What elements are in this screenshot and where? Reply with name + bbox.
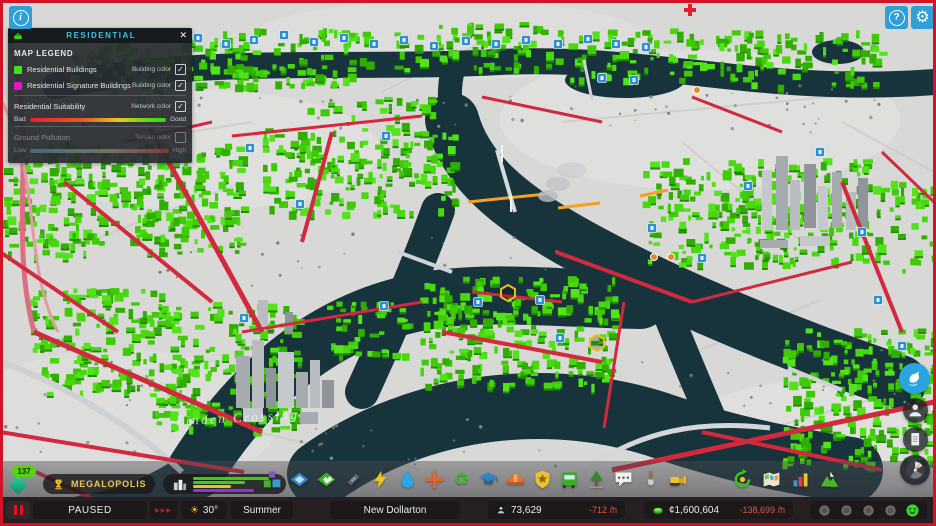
trophy-icon	[54, 479, 63, 489]
residential-demand-bar	[193, 476, 269, 480]
green-swatch	[14, 65, 22, 74]
residential-demand-2-bar	[193, 480, 246, 484]
info-views-icon[interactable]	[761, 469, 782, 490]
suitability-gradient-bar	[29, 117, 167, 122]
radio-button[interactable]	[900, 455, 930, 485]
close-icon[interactable]: ✕	[179, 31, 187, 40]
police-icon[interactable]	[532, 469, 553, 490]
parks-recreation-icon[interactable]	[586, 469, 607, 490]
areas-icon[interactable]	[289, 469, 310, 490]
game-screen: Linden Crossing i ? ⚙ RESIDENTIAL ✕ MAP …	[0, 0, 936, 526]
divider	[14, 95, 186, 96]
progression-icon[interactable]	[819, 469, 840, 490]
legend-row-signature-buildings: Residential Signature Buildings Building…	[14, 79, 186, 92]
checkbox-signature-buildings[interactable]	[175, 80, 186, 91]
xp-diamond-icon	[8, 475, 28, 495]
milestone-label: MEGALOPOLIS	[71, 479, 147, 489]
city-demand-icon	[174, 479, 187, 490]
water-sewage-icon[interactable]	[397, 469, 418, 490]
legend-section-label: MAP LEGEND	[14, 49, 74, 58]
city-name[interactable]: New Dollarton	[330, 501, 460, 519]
legend-header[interactable]: RESIDENTIAL ✕	[8, 28, 192, 43]
settings-button[interactable]: ⚙	[911, 6, 934, 29]
statistics-icon[interactable]	[790, 469, 811, 490]
electricity-icon[interactable]	[370, 469, 391, 490]
gear-icon: ⚙	[915, 8, 930, 26]
money-icon	[653, 507, 663, 514]
office-demand-bar	[193, 488, 254, 492]
toolbar-right-icons	[732, 469, 840, 490]
followed-citizen-button[interactable]	[903, 398, 928, 423]
legend-title: RESIDENTIAL	[66, 31, 137, 40]
population-value: 73,629	[511, 504, 542, 516]
pause-button[interactable]	[6, 501, 30, 519]
pollution-gradient-bar	[29, 148, 169, 153]
checkbox-residential-buildings[interactable]	[175, 64, 186, 75]
info-icon: i	[12, 9, 29, 26]
legend-row-suitability: Residential Suitability Network color	[14, 100, 186, 113]
residential-house-icon	[14, 32, 22, 39]
population-display[interactable]: 73,629 -712 /h	[488, 501, 625, 519]
legend-row-ground-pollution: Ground Pollution Terrain color	[14, 131, 186, 144]
economy-icon[interactable]	[732, 469, 753, 490]
fire-rescue-icon[interactable]	[505, 469, 526, 490]
magenta-swatch	[14, 81, 22, 90]
zones-icon[interactable]	[262, 469, 283, 490]
population-rate: -712 /h	[588, 505, 617, 515]
checkbox-ground-pollution[interactable]	[175, 132, 186, 143]
temperature-indicator: ☀ 30°	[181, 501, 227, 519]
pollution-scale: Low High	[14, 147, 186, 154]
speed-control[interactable]: ▶▶▶	[150, 501, 177, 519]
status-dim-2-icon[interactable]	[839, 503, 854, 518]
education-icon[interactable]	[478, 469, 499, 490]
money-display[interactable]: ¢1,600,604 -138,699 /h	[644, 501, 793, 519]
terraforming-icon[interactable]	[640, 469, 661, 490]
level-badge: 137	[12, 466, 36, 477]
money-rate: -138,699 /h	[739, 505, 785, 515]
transportation-icon[interactable]	[559, 469, 580, 490]
help-icon: ?	[888, 9, 905, 26]
info-views-button[interactable]: i	[9, 6, 32, 29]
journal-button[interactable]	[903, 427, 928, 452]
status-dim-4-icon[interactable]	[883, 503, 898, 518]
status-dim-1-icon[interactable]	[817, 503, 832, 518]
garbage-icon[interactable]: ♻	[451, 469, 472, 490]
main-toolbar: 137 MEGALOPOLIS ♻	[3, 461, 933, 497]
milestone-pill[interactable]: MEGALOPOLIS	[43, 474, 156, 494]
temperature-value: 30°	[202, 504, 219, 516]
population-icon	[497, 506, 505, 514]
roads-icon[interactable]	[343, 469, 364, 490]
help-button[interactable]: ?	[885, 6, 908, 29]
happiness-smiley-icon[interactable]	[905, 503, 920, 518]
city-level-indicator[interactable]: 137	[7, 466, 36, 495]
status-bar: PAUSED ▶▶▶ ☀ 30° Summer New Dollarton 73…	[3, 497, 933, 523]
checkbox-suitability[interactable]	[175, 101, 186, 112]
season-indicator[interactable]: Summer	[231, 501, 293, 519]
communications-icon[interactable]	[613, 469, 634, 490]
status-dim-3-icon[interactable]	[861, 503, 876, 518]
map-tiles-icon[interactable]	[316, 469, 337, 490]
toolbar-main-icons: ♻	[262, 469, 688, 490]
sun-icon: ☀	[189, 504, 199, 516]
commercial-demand-bar	[193, 484, 232, 488]
suitability-scale: Bad Good	[14, 116, 186, 123]
money-value: ¢1,600,604	[669, 504, 720, 516]
chirper-button[interactable]	[899, 363, 930, 394]
healthcare-icon[interactable]	[424, 469, 445, 490]
map-legend-panel: RESIDENTIAL ✕ MAP LEGEND Residential Bui…	[8, 28, 192, 163]
divider	[14, 126, 186, 127]
legend-row-residential-buildings: Residential Buildings Building color	[14, 63, 186, 76]
city-status-icons[interactable]	[810, 501, 927, 519]
simulation-state: PAUSED	[33, 501, 147, 519]
pause-icon	[13, 505, 17, 515]
bulldozer-icon[interactable]	[667, 469, 688, 490]
